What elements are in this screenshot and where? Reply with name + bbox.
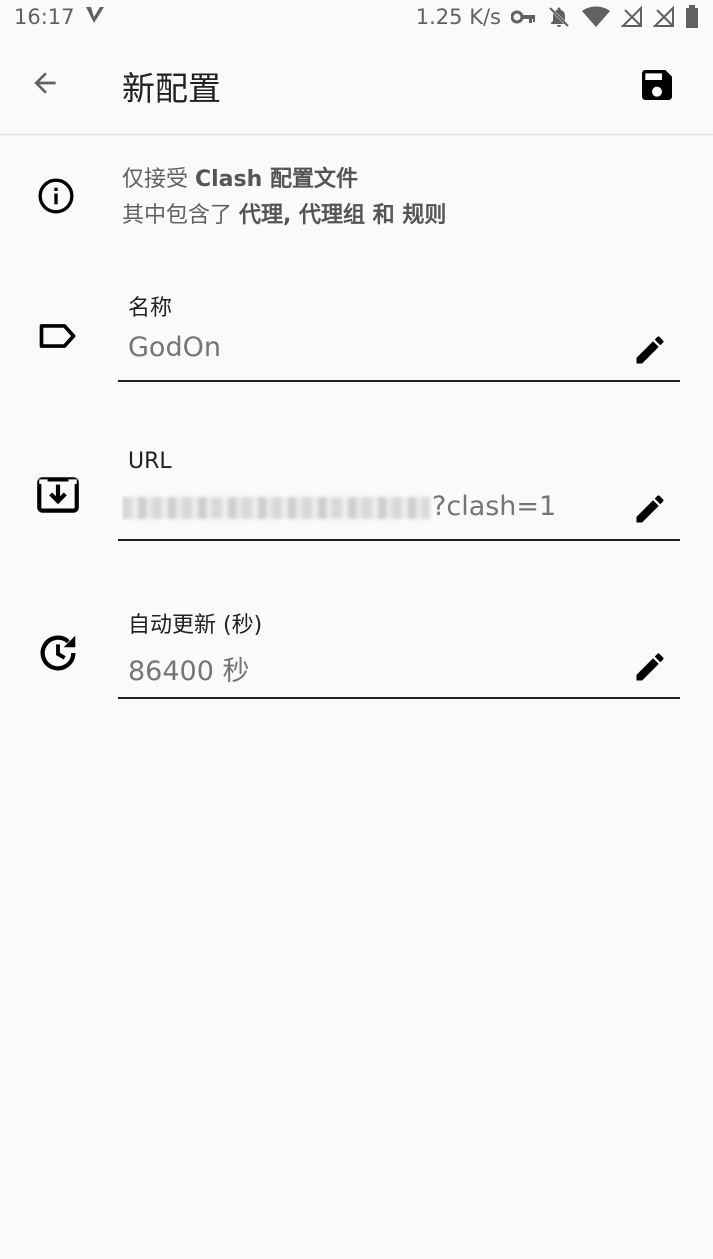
name-field-label: 名称 xyxy=(128,296,173,321)
label-tag-icon xyxy=(32,310,84,362)
auto-update-field-value[interactable]: 86400 秒 xyxy=(128,649,618,688)
url-field-value[interactable]: ?clash=1 xyxy=(122,491,612,522)
url-field-underline xyxy=(118,539,680,541)
auto-update-edit-button[interactable] xyxy=(628,647,672,691)
v-logo-icon xyxy=(85,5,105,29)
info-line-2: 其中包含了 代理, 代理组 和 规则 xyxy=(122,198,446,234)
status-time: 16:17 xyxy=(14,5,75,29)
signal-off-icon-1 xyxy=(621,6,643,28)
info-line-1: 仅接受 Clash 配置文件 xyxy=(122,162,446,198)
url-visible-prefix: ? xyxy=(432,491,447,522)
url-edit-button[interactable] xyxy=(628,489,672,533)
vpn-key-icon xyxy=(511,9,537,25)
url-visible-text: clash=1 xyxy=(446,491,557,522)
wifi-icon xyxy=(581,6,611,28)
name-edit-button[interactable] xyxy=(628,330,672,374)
auto-update-field-label: 自动更新 (秒) xyxy=(128,613,263,638)
status-right: 1.25 K/s xyxy=(416,5,699,29)
pencil-icon xyxy=(632,649,668,689)
info-section: 仅接受 Clash 配置文件 其中包含了 代理, 代理组 和 规则 xyxy=(0,160,713,240)
name-field[interactable]: 名称 GodOn xyxy=(0,290,713,400)
arrow-left-icon xyxy=(29,67,61,103)
signal-off-icon-2 xyxy=(653,6,675,28)
notifications-off-icon xyxy=(547,5,571,29)
info-line-2-prefix: 其中包含了 xyxy=(122,203,239,228)
info-line-1-prefix: 仅接受 xyxy=(122,167,195,192)
status-left: 16:17 xyxy=(14,5,105,29)
redacted-url-segment xyxy=(122,496,430,519)
url-field[interactable]: URL ?clash=1 xyxy=(0,449,713,559)
network-speed: 1.25 K/s xyxy=(415,5,501,29)
info-icon xyxy=(36,176,76,220)
floppy-disk-icon xyxy=(637,65,677,109)
download-box-icon xyxy=(32,469,84,521)
page-title: 新配置 xyxy=(122,69,221,108)
name-field-underline xyxy=(118,380,680,382)
app-bar: 新配置 xyxy=(0,34,713,135)
pencil-icon xyxy=(632,332,668,372)
info-text: 仅接受 Clash 配置文件 其中包含了 代理, 代理组 和 规则 xyxy=(122,162,446,234)
pencil-icon xyxy=(632,491,668,531)
back-button[interactable] xyxy=(24,64,66,106)
auto-update-field-underline xyxy=(118,697,680,699)
battery-icon xyxy=(685,5,699,29)
info-line-2-bold: 代理, 代理组 和 规则 xyxy=(239,203,447,228)
status-bar: 16:17 1.25 K/s xyxy=(0,0,713,34)
clock-refresh-icon xyxy=(32,627,84,679)
name-field-value[interactable]: GodOn xyxy=(128,332,618,363)
auto-update-field[interactable]: 自动更新 (秒) 86400 秒 xyxy=(0,607,713,717)
info-line-1-bold: Clash 配置文件 xyxy=(195,167,358,192)
save-button[interactable] xyxy=(634,64,680,110)
url-field-label: URL xyxy=(128,449,172,474)
